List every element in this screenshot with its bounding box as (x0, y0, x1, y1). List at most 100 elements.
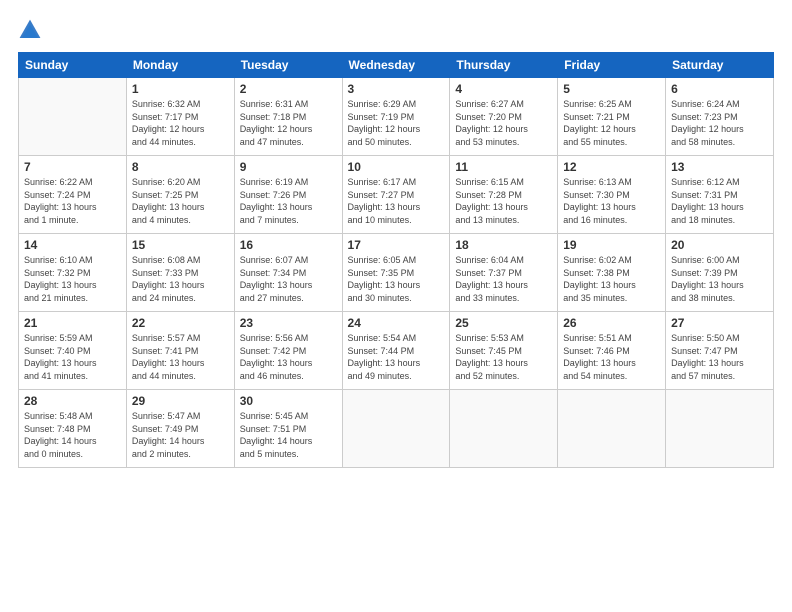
weekday-header-thursday: Thursday (450, 53, 558, 78)
day-number: 6 (671, 82, 768, 96)
day-number: 14 (24, 238, 121, 252)
day-cell: 9Sunrise: 6:19 AM Sunset: 7:26 PM Daylig… (234, 156, 342, 234)
day-info: Sunrise: 6:04 AM Sunset: 7:37 PM Dayligh… (455, 254, 552, 304)
day-info: Sunrise: 6:02 AM Sunset: 7:38 PM Dayligh… (563, 254, 660, 304)
weekday-header-monday: Monday (126, 53, 234, 78)
weekday-header-wednesday: Wednesday (342, 53, 450, 78)
day-info: Sunrise: 5:47 AM Sunset: 7:49 PM Dayligh… (132, 410, 229, 460)
day-info: Sunrise: 6:25 AM Sunset: 7:21 PM Dayligh… (563, 98, 660, 148)
day-info: Sunrise: 5:56 AM Sunset: 7:42 PM Dayligh… (240, 332, 337, 382)
day-info: Sunrise: 6:00 AM Sunset: 7:39 PM Dayligh… (671, 254, 768, 304)
day-cell: 3 Sunrise: 6:29 AM Sunset: 7:19 PM Daylig… (342, 78, 450, 156)
day-info: Sunrise: 6:13 AM Sunset: 7:30 PM Dayligh… (563, 176, 660, 226)
day-cell: 6 Sunrise: 6:24 AM Sunset: 7:23 PM Daylig… (666, 78, 774, 156)
day-cell: 13Sunrise: 6:12 AM Sunset: 7:31 PM Dayli… (666, 156, 774, 234)
day-cell: 14 Sunrise: 6:10 AM Sunset: 7:32 PM Dayli… (19, 234, 127, 312)
day-info: Sunrise: 6:19 AM Sunset: 7:26 PM Dayligh… (240, 176, 337, 226)
day-number: 24 (348, 316, 445, 330)
day-info: Sunrise: 5:45 AM Sunset: 7:51 PM Dayligh… (240, 410, 337, 460)
day-cell: 19 Sunrise: 6:02 AM Sunset: 7:38 PM Dayli… (558, 234, 666, 312)
day-cell (558, 390, 666, 468)
day-cell: 24 Sunrise: 5:54 AM Sunset: 7:44 PM Dayli… (342, 312, 450, 390)
day-number: 20 (671, 238, 768, 252)
day-info: Sunrise: 6:17 AM Sunset: 7:27 PM Dayligh… (348, 176, 445, 226)
day-cell (450, 390, 558, 468)
day-info: Sunrise: 6:05 AM Sunset: 7:35 PM Dayligh… (348, 254, 445, 304)
weekday-header-row: SundayMondayTuesdayWednesdayThursdayFrid… (19, 53, 774, 78)
day-cell: 18 Sunrise: 6:04 AM Sunset: 7:37 PM Dayli… (450, 234, 558, 312)
day-number: 29 (132, 394, 229, 408)
calendar: SundayMondayTuesdayWednesdayThursdayFrid… (18, 52, 774, 468)
weekday-header-saturday: Saturday (666, 53, 774, 78)
weekday-header-sunday: Sunday (19, 53, 127, 78)
day-cell: 20 Sunrise: 6:00 AM Sunset: 7:39 PM Dayli… (666, 234, 774, 312)
day-cell: 11 Sunrise: 6:15 AM Sunset: 7:28 PM Dayli… (450, 156, 558, 234)
day-number: 26 (563, 316, 660, 330)
day-number: 1 (132, 82, 229, 96)
day-number: 23 (240, 316, 337, 330)
header (18, 18, 774, 42)
logo (18, 18, 46, 42)
day-info: Sunrise: 6:24 AM Sunset: 7:23 PM Dayligh… (671, 98, 768, 148)
day-info: Sunrise: 6:07 AM Sunset: 7:34 PM Dayligh… (240, 254, 337, 304)
day-info: Sunrise: 6:27 AM Sunset: 7:20 PM Dayligh… (455, 98, 552, 148)
day-info: Sunrise: 5:57 AM Sunset: 7:41 PM Dayligh… (132, 332, 229, 382)
day-number: 28 (24, 394, 121, 408)
day-number: 11 (455, 160, 552, 174)
day-number: 5 (563, 82, 660, 96)
day-cell: 25 Sunrise: 5:53 AM Sunset: 7:45 PM Dayli… (450, 312, 558, 390)
day-number: 16 (240, 238, 337, 252)
day-number: 10 (348, 160, 445, 174)
day-number: 12 (563, 160, 660, 174)
day-info: Sunrise: 6:08 AM Sunset: 7:33 PM Dayligh… (132, 254, 229, 304)
day-number: 7 (24, 160, 121, 174)
day-info: Sunrise: 6:32 AM Sunset: 7:17 PM Dayligh… (132, 98, 229, 148)
day-info: Sunrise: 6:31 AM Sunset: 7:18 PM Dayligh… (240, 98, 337, 148)
day-number: 15 (132, 238, 229, 252)
day-number: 3 (348, 82, 445, 96)
day-cell (342, 390, 450, 468)
weekday-header-tuesday: Tuesday (234, 53, 342, 78)
week-row-4: 21 Sunrise: 5:59 AM Sunset: 7:40 PM Dayli… (19, 312, 774, 390)
day-cell: 12 Sunrise: 6:13 AM Sunset: 7:30 PM Dayli… (558, 156, 666, 234)
day-info: Sunrise: 5:53 AM Sunset: 7:45 PM Dayligh… (455, 332, 552, 382)
day-cell (19, 78, 127, 156)
day-number: 18 (455, 238, 552, 252)
day-cell: 30 Sunrise: 5:45 AM Sunset: 7:51 PM Dayli… (234, 390, 342, 468)
day-info: Sunrise: 6:15 AM Sunset: 7:28 PM Dayligh… (455, 176, 552, 226)
week-row-5: 28Sunrise: 5:48 AM Sunset: 7:48 PM Dayli… (19, 390, 774, 468)
day-number: 2 (240, 82, 337, 96)
day-info: Sunrise: 5:50 AM Sunset: 7:47 PM Dayligh… (671, 332, 768, 382)
day-info: Sunrise: 6:12 AM Sunset: 7:31 PM Dayligh… (671, 176, 768, 226)
day-cell: 26 Sunrise: 5:51 AM Sunset: 7:46 PM Dayli… (558, 312, 666, 390)
day-number: 21 (24, 316, 121, 330)
day-number: 8 (132, 160, 229, 174)
day-cell: 15 Sunrise: 6:08 AM Sunset: 7:33 PM Dayli… (126, 234, 234, 312)
day-number: 27 (671, 316, 768, 330)
day-info: Sunrise: 6:10 AM Sunset: 7:32 PM Dayligh… (24, 254, 121, 304)
day-cell: 28Sunrise: 5:48 AM Sunset: 7:48 PM Dayli… (19, 390, 127, 468)
day-info: Sunrise: 6:29 AM Sunset: 7:19 PM Dayligh… (348, 98, 445, 148)
day-number: 17 (348, 238, 445, 252)
week-row-3: 14 Sunrise: 6:10 AM Sunset: 7:32 PM Dayli… (19, 234, 774, 312)
day-info: Sunrise: 5:54 AM Sunset: 7:44 PM Dayligh… (348, 332, 445, 382)
day-cell: 4Sunrise: 6:27 AM Sunset: 7:20 PM Daylig… (450, 78, 558, 156)
day-number: 25 (455, 316, 552, 330)
day-cell: 7Sunrise: 6:22 AM Sunset: 7:24 PM Daylig… (19, 156, 127, 234)
day-cell: 22 Sunrise: 5:57 AM Sunset: 7:41 PM Dayli… (126, 312, 234, 390)
page: SundayMondayTuesdayWednesdayThursdayFrid… (0, 0, 792, 612)
day-cell: 2 Sunrise: 6:31 AM Sunset: 7:18 PM Daylig… (234, 78, 342, 156)
day-info: Sunrise: 6:20 AM Sunset: 7:25 PM Dayligh… (132, 176, 229, 226)
day-cell: 29 Sunrise: 5:47 AM Sunset: 7:49 PM Dayli… (126, 390, 234, 468)
week-row-1: 1 Sunrise: 6:32 AM Sunset: 7:17 PM Daylig… (19, 78, 774, 156)
day-number: 19 (563, 238, 660, 252)
day-info: Sunrise: 5:51 AM Sunset: 7:46 PM Dayligh… (563, 332, 660, 382)
day-number: 30 (240, 394, 337, 408)
day-cell (666, 390, 774, 468)
day-info: Sunrise: 5:59 AM Sunset: 7:40 PM Dayligh… (24, 332, 121, 382)
weekday-header-friday: Friday (558, 53, 666, 78)
day-cell: 8 Sunrise: 6:20 AM Sunset: 7:25 PM Daylig… (126, 156, 234, 234)
day-number: 22 (132, 316, 229, 330)
day-cell: 27 Sunrise: 5:50 AM Sunset: 7:47 PM Dayli… (666, 312, 774, 390)
week-row-2: 7Sunrise: 6:22 AM Sunset: 7:24 PM Daylig… (19, 156, 774, 234)
